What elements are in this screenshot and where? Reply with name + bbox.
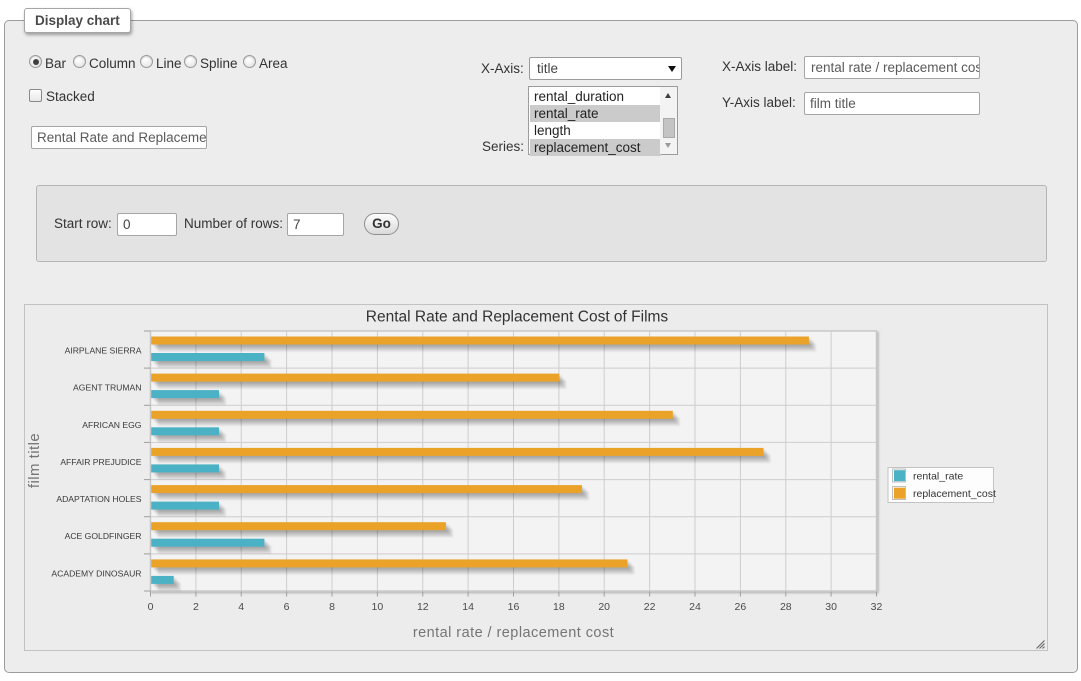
svg-text:replacement_cost: replacement_cost xyxy=(913,488,996,500)
svg-text:30: 30 xyxy=(825,601,837,613)
svg-text:2: 2 xyxy=(193,601,199,613)
svg-text:24: 24 xyxy=(689,601,701,613)
svg-text:0: 0 xyxy=(148,601,154,613)
svg-text:32: 32 xyxy=(871,601,883,613)
svg-text:10: 10 xyxy=(372,601,384,613)
svg-text:rental rate / replacement cost: rental rate / replacement cost xyxy=(413,625,614,641)
svg-text:26: 26 xyxy=(735,601,747,613)
svg-text:16: 16 xyxy=(508,601,520,613)
svg-text:20: 20 xyxy=(598,601,610,613)
svg-text:28: 28 xyxy=(780,601,792,613)
svg-text:8: 8 xyxy=(329,601,335,613)
svg-text:film title: film title xyxy=(26,433,43,488)
svg-text:AFRICAN EGG: AFRICAN EGG xyxy=(82,420,142,430)
svg-text:6: 6 xyxy=(284,601,290,613)
svg-text:4: 4 xyxy=(238,601,244,613)
svg-text:22: 22 xyxy=(644,601,656,613)
svg-text:12: 12 xyxy=(417,601,429,613)
svg-text:ACE GOLDFINGER: ACE GOLDFINGER xyxy=(65,531,142,541)
svg-text:AGENT TRUMAN: AGENT TRUMAN xyxy=(73,383,141,393)
svg-text:AIRPLANE SIERRA: AIRPLANE SIERRA xyxy=(65,346,142,356)
svg-text:14: 14 xyxy=(462,601,474,613)
svg-text:AFFAIR PREJUDICE: AFFAIR PREJUDICE xyxy=(60,457,141,467)
svg-text:rental_rate: rental_rate xyxy=(913,471,963,483)
svg-text:ACADEMY DINOSAUR: ACADEMY DINOSAUR xyxy=(51,568,141,578)
svg-text:ADAPTATION HOLES: ADAPTATION HOLES xyxy=(56,494,141,504)
svg-text:18: 18 xyxy=(553,601,565,613)
svg-text:Rental Rate and Replacement Co: Rental Rate and Replacement Cost of Film… xyxy=(366,309,669,326)
